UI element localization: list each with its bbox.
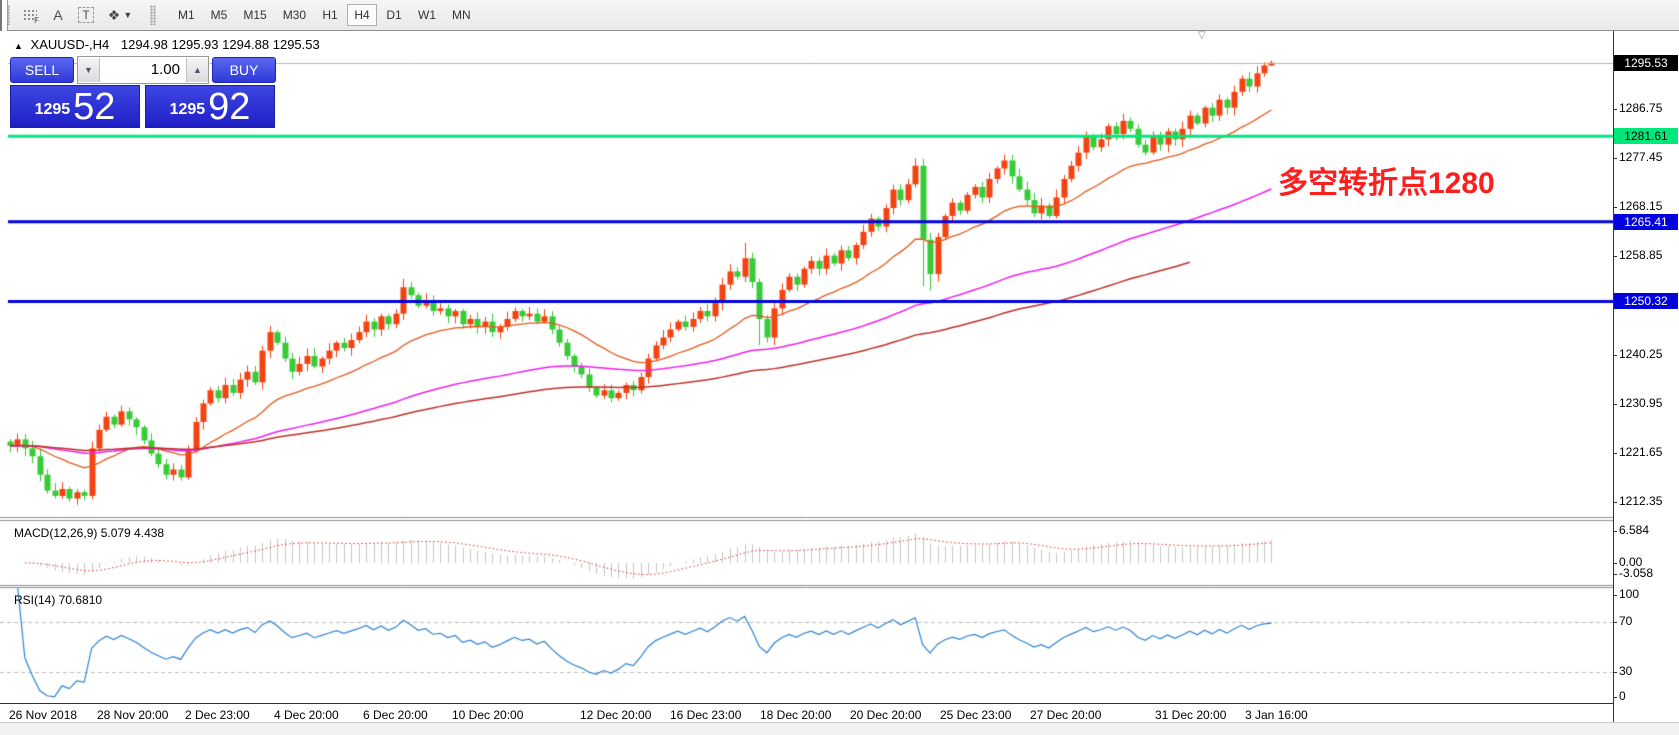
rsi-tick-label: 0 — [1619, 689, 1626, 703]
price-line-label: 1281.61 — [1614, 128, 1678, 144]
price-tick-mark — [1613, 207, 1617, 208]
window-bottom-strip — [0, 722, 1679, 735]
buy-price-integer: 1295 — [170, 95, 206, 125]
macd-tick-label: 6.584 — [1619, 523, 1649, 537]
text-label-icon: T — [78, 7, 93, 23]
timeframe-button-h4[interactable]: H4 — [347, 4, 377, 26]
date-tick-label: 28 Nov 20:00 — [97, 708, 168, 722]
main-toolbar: F A T ❖ ▼ M1M5M15M30H1H4D1W1MN — [0, 0, 1679, 31]
font-tool-button[interactable]: A — [44, 3, 72, 27]
text-label-tool-button[interactable]: T — [72, 3, 100, 27]
date-tick-label: 16 Dec 23:00 — [670, 708, 741, 722]
date-axis[interactable]: 26 Nov 2018 28 Nov 20:00 2 Dec 23:00 4 Dec … — [0, 703, 1613, 723]
price-tick-mark — [1613, 404, 1617, 405]
price-tick-label: 1212.35 — [1619, 494, 1662, 508]
timeframe-button-m5[interactable]: M5 — [204, 4, 235, 26]
one-click-trading-panel: SELL ▼ ▲ BUY 1295 52 1295 92 — [10, 56, 276, 128]
rsi-label: RSI(14) 70.6810 — [14, 593, 102, 607]
chevron-down-icon: ▼ — [123, 10, 132, 20]
date-tick-label: 2 Dec 23:00 — [185, 708, 250, 722]
rsi-tick-label: 70 — [1619, 614, 1632, 628]
buy-button[interactable]: BUY — [212, 57, 276, 83]
buy-price-pips: 92 — [208, 89, 250, 125]
price-tick-label: 1258.85 — [1619, 248, 1662, 262]
macd-tick-label: -3.058 — [1619, 566, 1653, 580]
sell-button[interactable]: SELL — [10, 57, 74, 83]
tile-windows-icon-letter: F — [34, 16, 39, 25]
tile-windows-icon: F — [23, 9, 37, 22]
price-tick-mark — [1613, 453, 1617, 454]
cycle-tool-icon: ❖ — [108, 7, 121, 24]
macd-tick-mark — [1613, 531, 1617, 532]
price-tick-mark — [1613, 256, 1617, 257]
price-line-label: 1265.41 — [1614, 214, 1678, 230]
price-tick-label: 1268.15 — [1619, 199, 1662, 213]
price-tick-mark — [1613, 502, 1617, 503]
date-tick-label: 26 Nov 2018 — [9, 708, 77, 722]
tile-windows-button[interactable]: F — [16, 3, 44, 27]
date-tick-label: 10 Dec 20:00 — [452, 708, 523, 722]
price-tick-label: 1277.45 — [1619, 150, 1662, 164]
date-tick-label: 31 Dec 20:00 — [1155, 708, 1226, 722]
timeframe-button-m1[interactable]: M1 — [171, 4, 202, 26]
volume-spinner: ▼ ▲ — [77, 56, 209, 84]
scroll-to-end-icon[interactable]: ▽ — [1198, 30, 1206, 41]
rsi-tick-mark — [1613, 622, 1617, 623]
sell-price-pips: 52 — [73, 89, 115, 125]
rsi-tick-label: 30 — [1619, 664, 1632, 678]
volume-increase-button[interactable]: ▲ — [186, 58, 208, 82]
symbol-collapse-icon[interactable]: ▲ — [14, 41, 23, 51]
sell-price-integer: 1295 — [35, 95, 71, 125]
volume-input[interactable] — [100, 58, 186, 82]
buy-price-box[interactable]: 1295 92 — [145, 85, 275, 128]
rsi-tick-label: 100 — [1619, 587, 1639, 601]
price-line-label: 1295.53 — [1614, 55, 1678, 71]
macd-label: MACD(12,26,9) 5.079 4.438 — [14, 526, 164, 540]
cycle-tool-button[interactable]: ❖ ▼ — [100, 3, 140, 27]
symbol-period-label: XAUUSD-,H4 — [31, 37, 110, 52]
date-tick-label: 6 Dec 20:00 — [363, 708, 428, 722]
volume-decrease-button[interactable]: ▼ — [78, 58, 100, 82]
sell-price-box[interactable]: 1295 52 — [10, 85, 140, 128]
date-tick-label: 25 Dec 23:00 — [940, 708, 1011, 722]
date-tick-label: 4 Dec 20:00 — [274, 708, 339, 722]
rsi-tick-mark — [1613, 672, 1617, 673]
timeframe-toolbar: M1M5M15M30H1H4D1W1MN — [170, 4, 479, 26]
price-tick-mark — [1613, 158, 1617, 159]
price-tick-mark — [1613, 109, 1617, 110]
date-tick-label: 3 Jan 16:00 — [1245, 708, 1308, 722]
annotation-text: 多空转折点1280 — [1278, 158, 1495, 202]
font-tool-icon: A — [53, 7, 62, 23]
timeframe-button-mn[interactable]: MN — [445, 4, 478, 26]
timeframe-button-m15[interactable]: M15 — [236, 4, 273, 26]
chart-title: ▲ XAUUSD-,H4 1294.98 1295.93 1294.88 129… — [14, 37, 320, 52]
trade-panel-prices-row: 1295 52 1295 92 — [10, 85, 276, 128]
price-tick-mark — [1613, 355, 1617, 356]
chart-canvas[interactable] — [0, 31, 1613, 703]
trade-panel-controls-row: SELL ▼ ▲ BUY — [10, 56, 276, 83]
price-line-label: 1250.32 — [1614, 293, 1678, 309]
date-tick-label: 27 Dec 20:00 — [1030, 708, 1101, 722]
timeframe-button-h1[interactable]: H1 — [315, 4, 345, 26]
rsi-tick-mark — [1613, 595, 1617, 596]
price-tick-label: 1240.25 — [1619, 347, 1662, 361]
date-tick-label: 20 Dec 20:00 — [850, 708, 921, 722]
price-tick-label: 1221.65 — [1619, 445, 1662, 459]
toolbar-grip-2[interactable] — [150, 5, 156, 25]
timeframe-button-w1[interactable]: W1 — [411, 4, 443, 26]
ohlc-values: 1294.98 1295.93 1294.88 1295.53 — [121, 37, 320, 52]
price-tick-label: 1286.75 — [1619, 101, 1662, 115]
timeframe-button-m30[interactable]: M30 — [276, 4, 313, 26]
date-tick-label: 12 Dec 20:00 — [580, 708, 651, 722]
mt4-terminal: F A T ❖ ▼ M1M5M15M30H1H4D1W1MN 26 Nov 20… — [0, 0, 1679, 735]
timeframe-button-d1[interactable]: D1 — [379, 4, 409, 26]
rsi-tick-mark — [1613, 697, 1617, 698]
price-tick-label: 1230.95 — [1619, 396, 1662, 410]
date-tick-label: 18 Dec 20:00 — [760, 708, 831, 722]
macd-tick-mark — [1613, 574, 1617, 575]
macd-tick-mark — [1613, 563, 1617, 564]
